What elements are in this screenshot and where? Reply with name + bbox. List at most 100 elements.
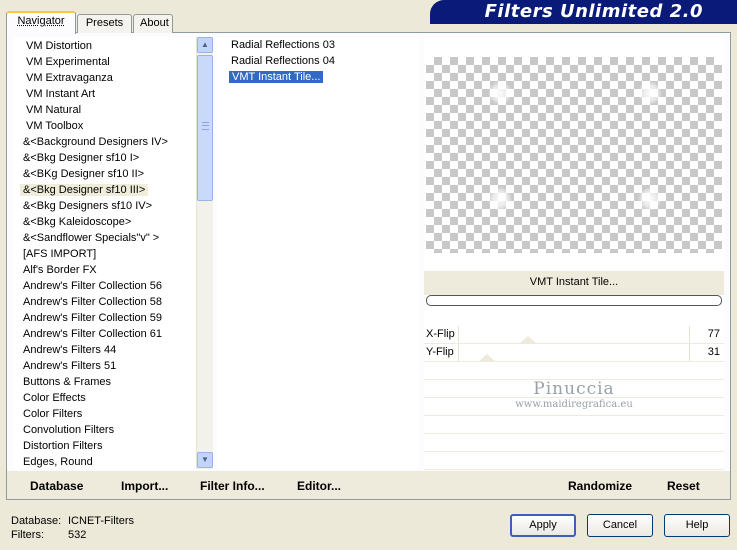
slider-marker[interactable] [478,354,495,361]
preview-highlight [638,187,662,211]
filters-count: 532 [68,529,87,541]
category-label: Andrew's Filter Collection 59 [23,312,163,324]
category-label: VM Extravaganza [26,72,113,84]
category-item[interactable]: &<BKg Designer sf10 II> [15,166,211,182]
category-item[interactable]: [AFS IMPORT] [15,246,211,262]
category-list[interactable]: VM Distortion VM Experimental VM Extravaga… [14,37,212,469]
help-button[interactable]: Help [664,514,730,537]
param-row-empty [424,362,724,380]
category-item[interactable]: &<Background Designers IV> [15,134,211,150]
filter-item[interactable]: VMT Instant Tile... [217,69,419,85]
randomize-button[interactable]: Randomize [568,479,632,493]
filter-item[interactable]: Radial Reflections 03 [217,37,419,53]
selected-filter-name: VMT Instant Tile... [424,271,724,295]
category-label: &<Bkg Designer sf10 I> [23,152,140,164]
database-value: ICNET-Filters [68,515,134,527]
category-label: VM Distortion [26,40,93,52]
database-button[interactable]: Database [30,479,83,493]
preview-highlight [488,81,512,105]
category-label: Color Effects [23,392,86,404]
category-item[interactable]: &<Bkg Kaleidoscope> [15,214,211,230]
category-item[interactable]: Buttons & Frames [15,374,211,390]
param-label: X-Flip [426,328,455,340]
param-row-y-flip[interactable]: Y-Flip 31 [424,344,724,362]
editor-button[interactable]: Editor... [297,479,341,493]
import-button[interactable]: Import... [121,479,168,493]
category-item[interactable]: Convolution Filters [15,422,211,438]
category-item[interactable]: Andrew's Filter Collection 56 [15,278,211,294]
param-row-x-flip[interactable]: X-Flip 77 [424,326,724,344]
category-label: VM Toolbox [26,120,84,132]
progress-bar [426,295,722,306]
filter-info-button[interactable]: Filter Info... [200,479,265,493]
param-row-empty [424,416,724,434]
preview-highlight [488,187,512,211]
category-label: VM Natural [26,104,82,116]
category-label: &<Bkg Kaleidoscope> [23,216,132,228]
tab-presets[interactable]: Presets [77,14,132,33]
category-item[interactable]: Andrew's Filter Collection 58 [15,294,211,310]
tab-about[interactable]: About [133,14,173,33]
scroll-down-button[interactable]: ▼ [197,452,213,468]
filter-label: Radial Reflections 04 [231,55,335,67]
preview-image [426,57,722,253]
category-item[interactable]: Andrew's Filter Collection 61 [15,326,211,342]
category-item[interactable]: VM Extravaganza [15,70,211,86]
database-label: Database: [11,515,62,527]
category-label: &<Bkg Designer sf10 III> [20,184,149,196]
category-item[interactable]: Edges, Round [15,454,211,468]
param-row-empty [424,380,724,398]
category-item[interactable]: VM Natural [15,102,211,118]
param-value: 77 [707,328,720,340]
category-item[interactable]: VM Experimental [15,54,211,70]
category-scrollbar[interactable]: ▲ ▼ [196,37,213,469]
param-row-empty [424,398,724,416]
filter-label: VMT Instant Tile... [229,71,324,83]
tab-navigator[interactable]: Navigator [6,11,76,34]
preview-panel: VMT Instant Tile... X-Flip 77 Y-Flip 31 … [424,37,724,470]
category-label: Distortion Filters [23,440,103,452]
category-item[interactable]: &<Bkg Designers sf10 IV> [15,198,211,214]
apply-button[interactable]: Apply [510,514,576,537]
category-label: &<BKg Designer sf10 II> [23,168,145,180]
filter-label: Radial Reflections 03 [231,39,335,51]
category-label: Andrew's Filters 44 [23,344,117,356]
category-item[interactable]: VM Instant Art [15,86,211,102]
param-row-empty [424,434,724,452]
cancel-button[interactable]: Cancel [587,514,653,537]
category-label: &<Background Designers IV> [23,136,168,148]
category-label: VM Instant Art [26,88,96,100]
database-info: Database: ICNET-Filters Filters: 532 [11,514,134,542]
category-item[interactable]: Andrew's Filters 44 [15,342,211,358]
category-item[interactable]: Distortion Filters [15,438,211,454]
category-item[interactable]: Alf's Border FX [15,262,211,278]
category-label: Andrew's Filters 51 [23,360,117,372]
category-label: VM Experimental [26,56,110,68]
category-item[interactable]: &<Sandflower Specials"v" > [15,230,211,246]
category-item[interactable]: VM Toolbox [15,118,211,134]
bottom-toolbar: Database Import... Filter Info... Editor… [7,471,730,499]
reset-button[interactable]: Reset [667,479,700,493]
category-label: &<Sandflower Specials"v" > [23,232,160,244]
category-label: Andrew's Filter Collection 58 [23,296,163,308]
scroll-thumb[interactable] [197,55,213,201]
category-label: &<Bkg Designers sf10 IV> [23,200,153,212]
category-item[interactable]: Andrew's Filters 51 [15,358,211,374]
category-item[interactable]: &<Bkg Designer sf10 III> [15,182,211,198]
filter-item[interactable]: Radial Reflections 04 [217,53,419,69]
slider-marker[interactable] [520,336,536,343]
category-label: Convolution Filters [23,424,115,436]
filter-list[interactable]: Radial Reflections 03 Radial Reflections … [217,37,419,469]
param-row-empty [424,452,724,470]
category-item[interactable]: VM Distortion [15,38,211,54]
category-item[interactable]: Color Filters [15,406,211,422]
category-item[interactable]: &<Bkg Designer sf10 I> [15,150,211,166]
category-item[interactable]: Andrew's Filter Collection 59 [15,310,211,326]
param-slider[interactable] [458,344,690,361]
scroll-up-button[interactable]: ▲ [197,37,213,53]
param-slider[interactable] [458,326,690,343]
app-title: Filters Unlimited 2.0 [484,1,703,22]
title-banner: Filters Unlimited 2.0 [430,0,737,24]
category-item[interactable]: Color Effects [15,390,211,406]
preview-highlight [638,81,662,105]
